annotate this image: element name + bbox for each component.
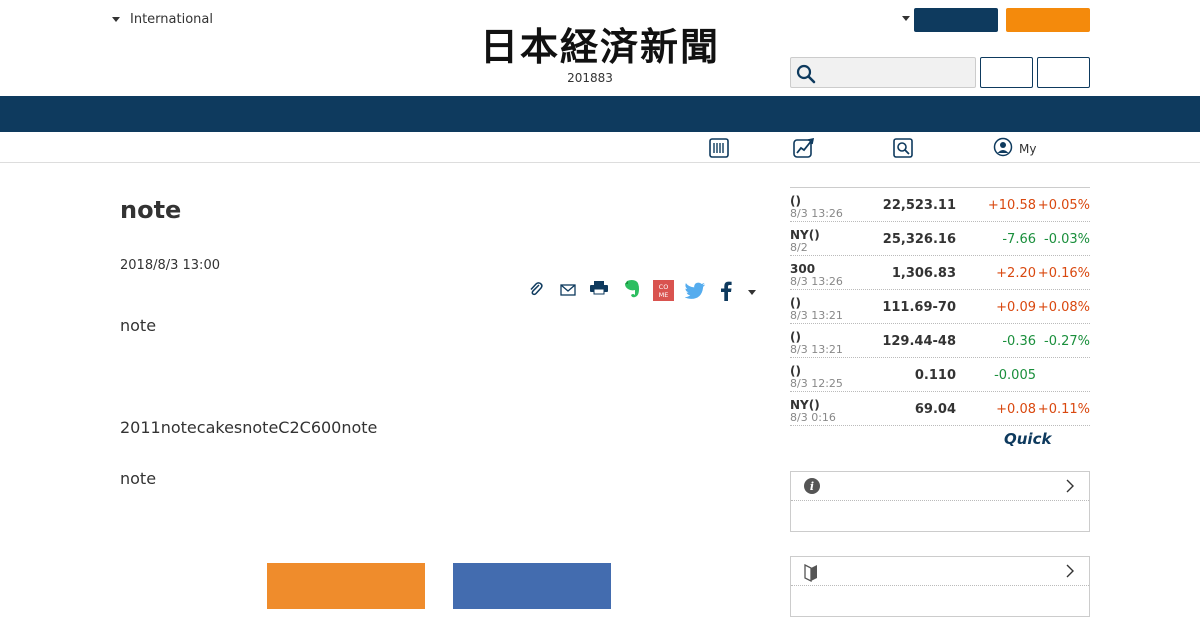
svg-text:i: i bbox=[810, 480, 814, 493]
market-pct: +0.08% bbox=[1037, 300, 1090, 315]
market-change: -0.36 bbox=[1002, 334, 1036, 349]
quick-logo[interactable]: Quick bbox=[1004, 430, 1051, 448]
mail-icon[interactable] bbox=[560, 281, 576, 300]
market-name: NY() bbox=[790, 228, 820, 242]
info-panel-header[interactable]: i bbox=[791, 472, 1089, 501]
article-paragraph-1: note bbox=[120, 316, 157, 335]
market-time: 8/3 13:21 bbox=[790, 309, 843, 322]
market-row[interactable]: () 8/3 13:26 22,523.11 +10.58 +0.05% bbox=[790, 188, 1090, 222]
market-pct: -0.03% bbox=[1044, 232, 1090, 247]
market-value: 69.04 bbox=[914, 402, 956, 417]
edition-selector-label: International bbox=[130, 12, 213, 27]
market-value: 22,523.11 bbox=[882, 198, 956, 213]
market-pct: +0.16% bbox=[1037, 266, 1090, 281]
facebook-icon[interactable] bbox=[720, 281, 732, 305]
market-change: -0.005 bbox=[994, 368, 1036, 383]
evernote-icon[interactable] bbox=[623, 279, 641, 303]
info-panel: i bbox=[790, 471, 1090, 532]
article-paragraph-3: note bbox=[120, 469, 157, 488]
market-value: 0.110 bbox=[914, 368, 956, 383]
market-change: +10.58 bbox=[987, 198, 1036, 213]
chart-icon bbox=[792, 137, 816, 162]
edition-date: 201883 bbox=[567, 71, 613, 85]
market-change: +0.08 bbox=[996, 402, 1036, 417]
market-change: +0.09 bbox=[996, 300, 1036, 315]
subscribe-button[interactable] bbox=[1006, 8, 1090, 32]
site-header: International 日本経済新聞 201883 bbox=[0, 0, 1200, 96]
beginner-panel-header[interactable] bbox=[791, 557, 1089, 586]
market-row[interactable]: NY() 8/2 25,326.16 -7.66 -0.03% bbox=[790, 222, 1090, 256]
subnav-item-my-label: My bbox=[1019, 141, 1037, 156]
market-pct: -0.27% bbox=[1044, 334, 1090, 349]
market-name: NY() bbox=[790, 398, 820, 412]
market-data-table: () 8/3 13:26 22,523.11 +10.58 +0.05% NY(… bbox=[790, 187, 1090, 426]
beginner-panel bbox=[790, 556, 1090, 617]
account-caret-icon[interactable] bbox=[902, 16, 910, 21]
market-name: () bbox=[790, 364, 801, 378]
twitter-icon[interactable] bbox=[684, 282, 706, 304]
header-outline-button-1[interactable] bbox=[980, 57, 1033, 88]
market-value: 129.44-48 bbox=[882, 334, 956, 349]
newspaper-icon bbox=[708, 137, 730, 162]
sub-nav: My bbox=[0, 132, 1200, 163]
market-row[interactable]: 300 8/3 13:26 1,306.83 +2.20 +0.16% bbox=[790, 256, 1090, 290]
market-pct: +0.05% bbox=[1037, 198, 1090, 213]
cta-blue-button[interactable] bbox=[453, 563, 611, 609]
market-row[interactable]: () 8/3 12:25 0.110 -0.005 bbox=[790, 358, 1090, 392]
market-row[interactable]: () 8/3 13:21 129.44-48 -0.36 -0.27% bbox=[790, 324, 1090, 358]
market-name: () bbox=[790, 194, 801, 208]
login-button[interactable] bbox=[914, 8, 998, 32]
market-change: -7.66 bbox=[1002, 232, 1036, 247]
market-pct: +0.11% bbox=[1037, 402, 1090, 417]
market-time: 8/3 0:16 bbox=[790, 411, 836, 424]
market-change: +2.20 bbox=[996, 266, 1036, 281]
come-icon[interactable]: CO ME bbox=[653, 280, 674, 305]
subnav-item-search[interactable] bbox=[892, 137, 914, 162]
subnav-item-chart[interactable] bbox=[792, 137, 816, 162]
svg-text:ME: ME bbox=[659, 291, 669, 299]
more-caret-icon[interactable] bbox=[748, 290, 756, 295]
subnav-item-newspaper[interactable] bbox=[708, 137, 730, 162]
market-row[interactable]: () 8/3 13:21 111.69-70 +0.09 +0.08% bbox=[790, 290, 1090, 324]
chevron-right-icon bbox=[1065, 478, 1075, 498]
caret-down-icon bbox=[112, 17, 120, 22]
market-time: 8/3 13:26 bbox=[790, 207, 843, 220]
search-box[interactable] bbox=[790, 57, 976, 88]
search-doc-icon bbox=[892, 137, 914, 162]
market-time: 8/3 12:25 bbox=[790, 377, 843, 390]
search-input[interactable] bbox=[819, 60, 969, 85]
subnav-item-my[interactable]: My bbox=[993, 137, 1036, 160]
article-title: note bbox=[120, 196, 182, 224]
market-time: 8/3 13:21 bbox=[790, 343, 843, 356]
article-date: 2018/8/3 13:00 bbox=[120, 258, 220, 273]
article-paragraph-2: 2011notecakesnoteC2C600note bbox=[120, 418, 378, 437]
market-value: 25,326.16 bbox=[882, 232, 956, 247]
market-time: 8/2 bbox=[790, 241, 808, 254]
site-logo[interactable]: 日本経済新聞 bbox=[452, 26, 748, 68]
market-value: 1,306.83 bbox=[891, 266, 956, 281]
clip-icon[interactable] bbox=[528, 280, 544, 302]
market-time: 8/3 13:26 bbox=[790, 275, 843, 288]
user-icon bbox=[993, 137, 1013, 160]
search-icon bbox=[795, 63, 817, 89]
chevron-right-icon bbox=[1065, 563, 1075, 583]
info-icon: i bbox=[803, 477, 821, 499]
market-value: 111.69-70 bbox=[882, 300, 956, 315]
print-icon[interactable] bbox=[590, 280, 608, 299]
beginner-mark-icon bbox=[803, 562, 819, 586]
header-outline-button-2[interactable] bbox=[1037, 57, 1090, 88]
main-nav-bar bbox=[0, 96, 1200, 132]
market-name: 300 bbox=[790, 262, 816, 276]
market-name: () bbox=[790, 296, 801, 310]
cta-orange-button[interactable] bbox=[267, 563, 425, 609]
svg-text:CO: CO bbox=[659, 283, 669, 291]
edition-selector[interactable]: International bbox=[112, 12, 213, 27]
market-name: () bbox=[790, 330, 801, 344]
market-row[interactable]: NY() 8/3 0:16 69.04 +0.08 +0.11% bbox=[790, 392, 1090, 426]
